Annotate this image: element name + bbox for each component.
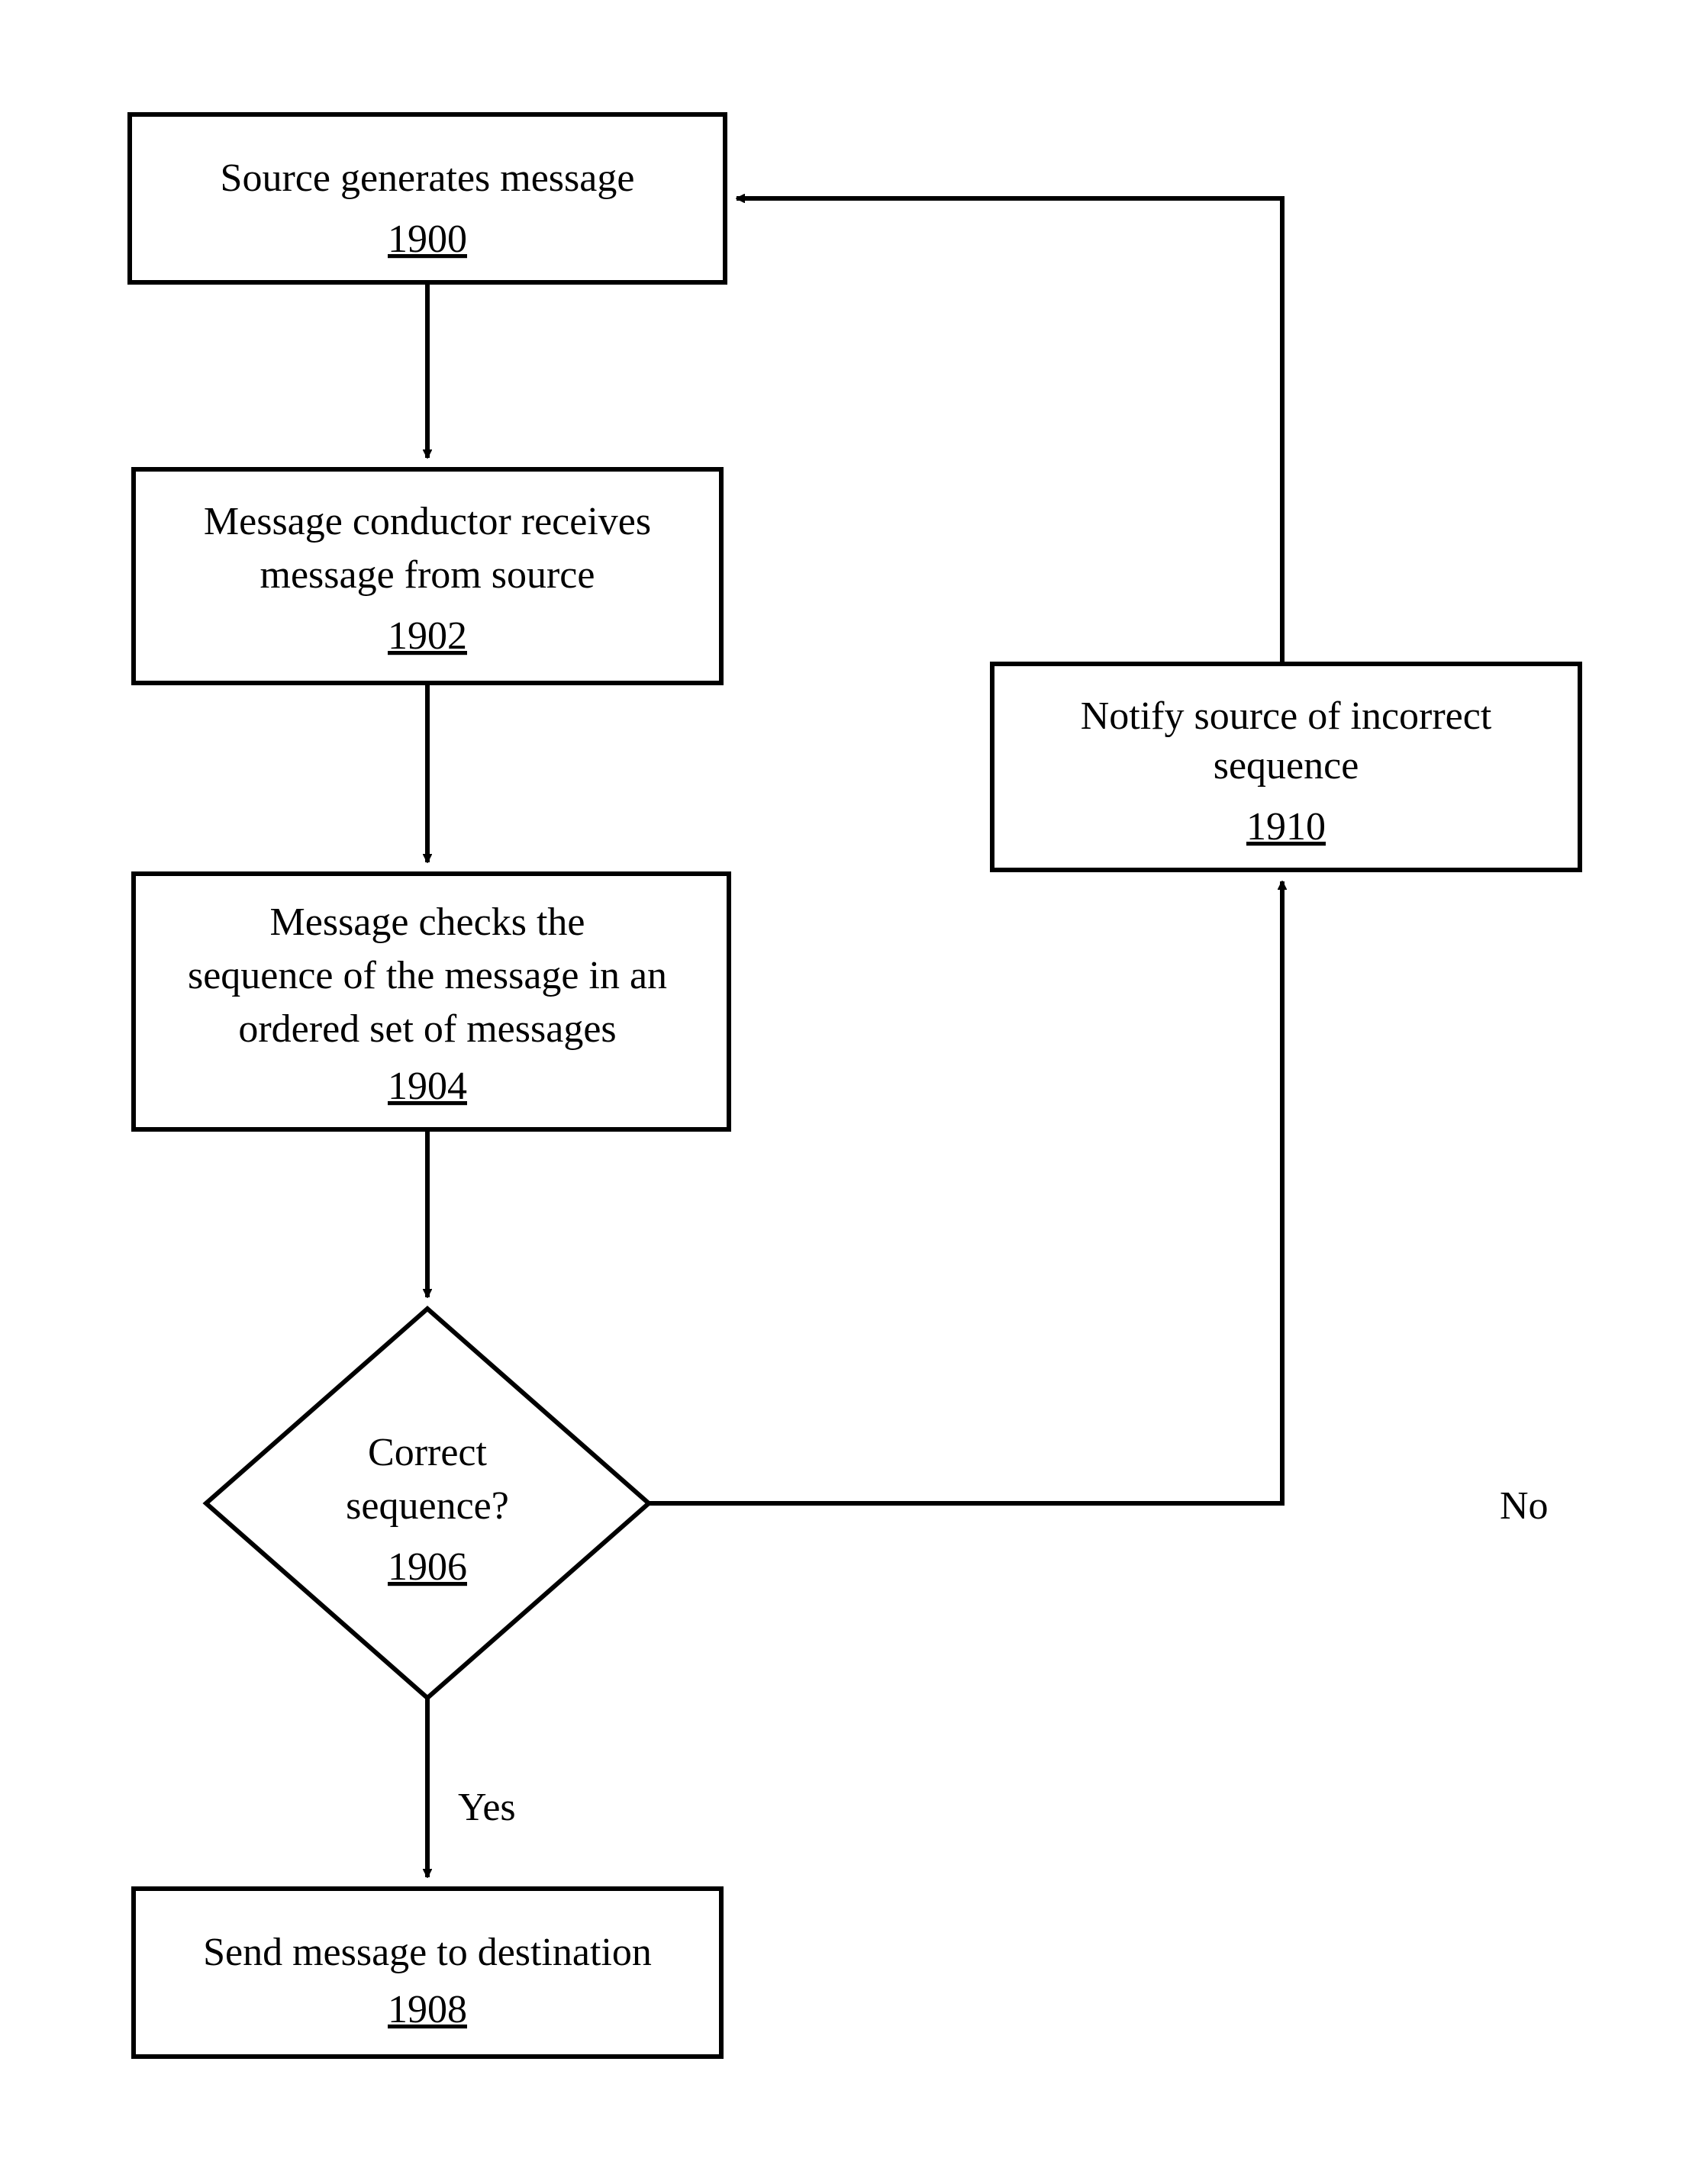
node-check-sequence: Message checks the sequence of the messa… xyxy=(134,874,729,1129)
flowchart: Source generates message 1900 Message co… xyxy=(0,0,1702,2184)
node-number: 1900 xyxy=(388,217,467,261)
node-source-generates: Source generates message 1900 xyxy=(130,114,725,282)
label-no: No xyxy=(1500,1484,1549,1528)
node-number: 1908 xyxy=(388,1988,467,2031)
node-receive-message: Message conductor receives message from … xyxy=(134,469,721,683)
node-send-destination: Send message to destination 1908 xyxy=(134,1889,721,2057)
node-text-line1: Message checks the xyxy=(270,900,585,944)
node-number: 1906 xyxy=(388,1545,467,1589)
label-yes: Yes xyxy=(458,1786,516,1829)
node-number: 1902 xyxy=(388,614,467,658)
node-number: 1910 xyxy=(1246,805,1326,849)
node-text-line2: sequence? xyxy=(346,1484,509,1528)
node-number: 1904 xyxy=(388,1065,467,1108)
node-decision-correct-sequence: Correct sequence? 1906 xyxy=(206,1309,649,1698)
node-text-line3: ordered set of messages xyxy=(238,1007,616,1051)
node-notify-incorrect: Notify source of incorrect sequence 1910 xyxy=(992,664,1580,870)
arrow-decision-no xyxy=(649,881,1282,1503)
node-text: Source generates message xyxy=(221,156,635,200)
node-text-line1: Message conductor receives xyxy=(204,500,651,543)
node-text-line2: sequence of the message in an xyxy=(188,954,667,997)
arrow-notify-to-source xyxy=(737,198,1282,664)
node-text-line2: sequence xyxy=(1214,744,1359,788)
node-text-line2: message from source xyxy=(260,553,595,597)
node-text: Send message to destination xyxy=(203,1931,652,1974)
node-text-line1: Notify source of incorrect xyxy=(1081,694,1492,738)
node-text-line1: Correct xyxy=(368,1431,487,1474)
